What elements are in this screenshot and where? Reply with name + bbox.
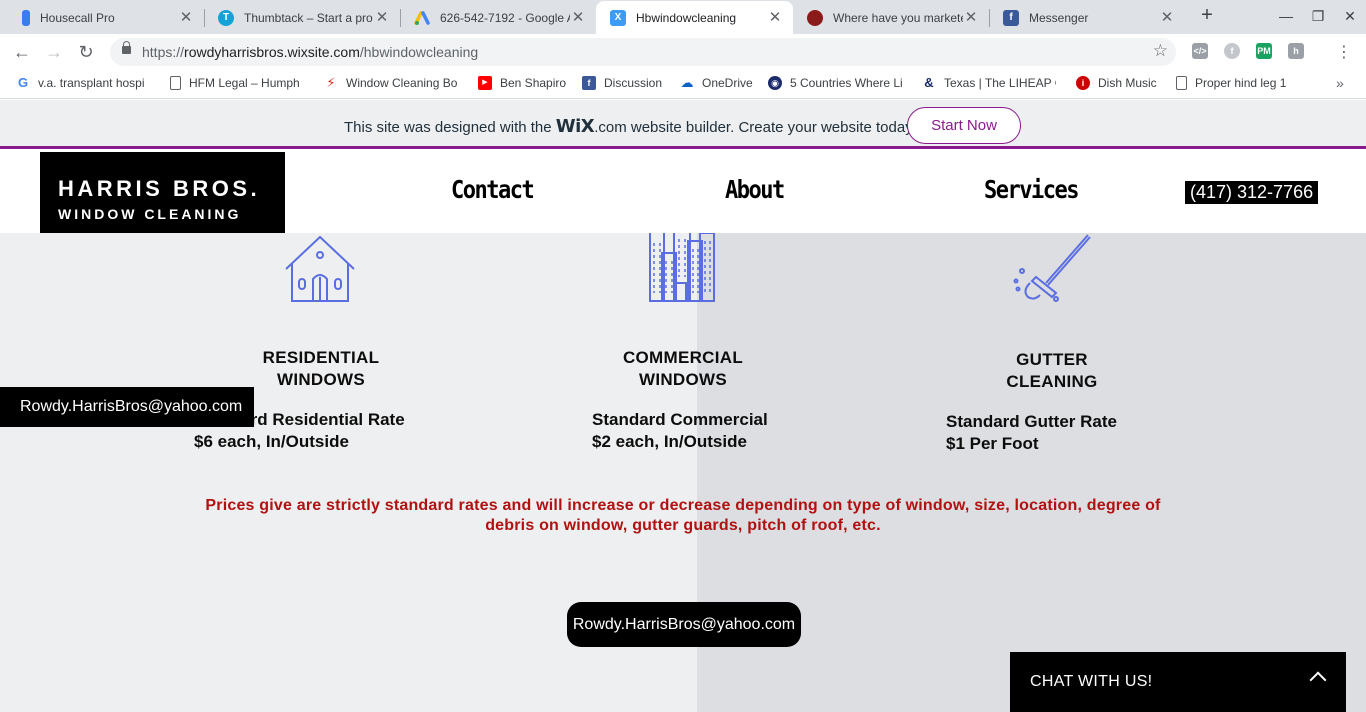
nav-contact[interactable]: Contact (451, 176, 535, 205)
floating-email-tab[interactable]: Rowdy.HarrisBros@yahoo.com (0, 387, 254, 427)
chat-widget[interactable]: CHAT WITH US! (1010, 652, 1346, 712)
tab-housecall-pro[interactable]: Housecall Pro ✕ (8, 1, 204, 34)
thumbtack-icon: T (218, 9, 234, 26)
close-icon[interactable]: ✕ (178, 10, 194, 26)
phone-number[interactable]: (417) 312-7766 (1185, 181, 1319, 204)
browser-toolbar: ← → ↻ https://rowdyharrisbros.wixsite.co… (0, 34, 1366, 70)
service-title: RESIDENTIAL WINDOWS (262, 348, 380, 389)
close-icon[interactable]: ✕ (570, 10, 586, 26)
code-extension-icon[interactable]: </> (1192, 43, 1208, 59)
nav-about[interactable]: About (725, 176, 785, 205)
tab-title: Messenger (1029, 10, 1089, 25)
close-icon[interactable]: ✕ (1159, 10, 1175, 26)
site-logo[interactable]: HARRIS BROS. WINDOW CLEANING (40, 152, 285, 233)
tab-where-marketed[interactable]: Where have you markete ✕ (793, 1, 989, 34)
back-arrow-icon[interactable]: ← (10, 40, 34, 64)
browser-tab-strip: Housecall Pro ✕ T Thumbtack – Start a pr… (0, 0, 1366, 34)
site-header: HARRIS BROS. WINDOW CLEANING Contact Abo… (0, 152, 1366, 233)
page-icon (170, 76, 181, 90)
profile-icon (807, 9, 823, 26)
start-now-button[interactable]: Start Now (907, 107, 1021, 144)
extension-icon[interactable]: h (1288, 43, 1304, 59)
google-ads-icon (414, 10, 430, 26)
services-section: RESIDENTIAL WINDOWS Standard Residential … (0, 233, 1366, 712)
reload-icon[interactable]: ↻ (74, 40, 98, 64)
page-icon (1176, 76, 1187, 90)
bookmark-item[interactable]: ⚡ Window Cleaning Bo (324, 76, 458, 90)
nav-services[interactable]: Services (984, 176, 1079, 205)
liheap-icon: & (924, 76, 934, 90)
minimize-icon[interactable]: — (1274, 5, 1298, 27)
email-button[interactable]: Rowdy.HarrisBros@yahoo.com (567, 602, 801, 647)
tab-title: Thumbtack – Start a pro (244, 10, 373, 25)
close-icon[interactable]: ✕ (963, 10, 979, 26)
onedrive-icon: ☁ (680, 76, 694, 90)
service-rate: Standard Commercial $2 each, In/Outside (592, 410, 768, 451)
bookmark-item[interactable]: i Dish Music (1076, 76, 1162, 90)
service-title: COMMERCIAL WINDOWS (622, 348, 744, 389)
housecall-pro-icon (22, 9, 30, 26)
tab-title: Housecall Pro (40, 10, 115, 25)
house-icon (285, 235, 355, 302)
logo-line1: HARRIS BROS. (58, 176, 261, 201)
chat-label: CHAT WITH US! (1030, 673, 1153, 690)
tab-google-ads[interactable]: 626-542-7192 - Google A ✕ (400, 1, 596, 34)
tab-messenger[interactable]: f Messenger ✕ (989, 1, 1185, 34)
bookmark-item[interactable]: Gv.a. transplant hospi (16, 76, 150, 90)
bookmark-item[interactable]: & Texas | The LIHEAP C (922, 76, 1056, 90)
logo-line2: WINDOW CLEANING (58, 206, 242, 222)
bookmark-item[interactable]: ▶ Ben Shapiro (478, 76, 570, 90)
wix-banner-text: This site was designed with the WiX.com … (344, 116, 916, 137)
pm-extension-icon[interactable]: PM (1256, 43, 1272, 59)
bookmark-item[interactable]: Proper hind leg 1 (1176, 76, 1300, 90)
lock-icon (122, 41, 131, 54)
bookmark-star-icon[interactable]: ☆ (1153, 41, 1168, 61)
bookmark-item[interactable]: f Discussion (582, 76, 668, 90)
chevron-more-icon[interactable]: » (1336, 75, 1344, 91)
facebook-icon: f (582, 76, 596, 90)
url-text: https://rowdyharrisbros.wixsite.com/hbwi… (142, 44, 479, 60)
restore-icon[interactable]: ❐ (1306, 5, 1330, 27)
tab-title: 626-542-7192 - Google A (440, 10, 570, 25)
dish-icon: i (1076, 76, 1090, 90)
close-icon[interactable]: ✕ (374, 10, 390, 26)
extension-icon[interactable]: f (1224, 43, 1240, 59)
buildings-icon (649, 233, 715, 302)
bookmarks-bar: Gv.a. transplant hospi HFM Legal – Humph… (0, 70, 1366, 99)
wix-logo: WiX (555, 116, 595, 137)
new-tab-button[interactable]: + (1196, 5, 1218, 27)
google-icon: G (17, 76, 29, 90)
address-bar[interactable]: https://rowdyharrisbros.wixsite.com/hbwi… (110, 38, 1176, 66)
service-title: GUTTER CLEANING (1006, 350, 1098, 391)
tab-hbwindowcleaning[interactable]: X Hbwindowcleaning ✕ (596, 1, 793, 34)
window-cleaning-icon: ⚡ (326, 76, 336, 90)
facebook-icon: f (1003, 9, 1019, 26)
bookmark-item[interactable]: HFM Legal – Humph (170, 76, 304, 90)
tab-thumbtack[interactable]: T Thumbtack – Start a pro ✕ (204, 1, 400, 34)
wix-icon: X (610, 9, 626, 26)
close-window-icon[interactable]: ✕ (1338, 5, 1362, 27)
chevron-up-icon[interactable] (1309, 671, 1327, 689)
forward-arrow-icon[interactable]: → (42, 40, 66, 64)
pricing-disclaimer: Prices give are strictly standard rates … (205, 497, 1161, 534)
tab-title: Where have you markete (833, 10, 963, 25)
service-rate: Standard Gutter Rate $1 Per Foot (946, 412, 1117, 453)
tab-title: Hbwindowcleaning (636, 10, 737, 25)
youtube-icon: ▶ (478, 76, 492, 90)
squeegee-icon (1013, 234, 1091, 302)
bookmark-item[interactable]: ☁ OneDrive (680, 76, 756, 90)
bookmark-item[interactable]: ◉ 5 Countries Where Li (768, 76, 902, 90)
site-icon: ◉ (768, 76, 782, 90)
wix-banner: This site was designed with the WiX.com … (0, 100, 1366, 149)
close-icon[interactable]: ✕ (767, 10, 783, 26)
browser-menu-icon[interactable]: ⋮ (1336, 42, 1352, 62)
